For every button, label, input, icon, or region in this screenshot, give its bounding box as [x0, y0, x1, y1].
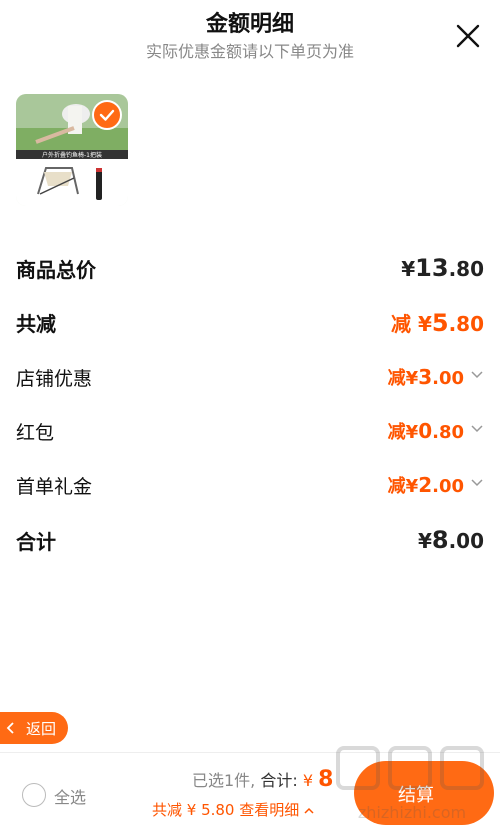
product-caption: 户外折叠钓鱼椅-1把装	[42, 151, 102, 159]
row-store-discount[interactable]: 店铺优惠 减¥3.00	[16, 364, 484, 398]
row-label: 首单礼金	[16, 476, 93, 498]
modal-header: 金额明细 实际优惠金额请以下单页为准	[0, 0, 500, 70]
watermark-logo: zhizhizhi.com	[336, 746, 484, 822]
row-red-packet[interactable]: 红包 减¥0.80	[16, 418, 484, 452]
view-details-link[interactable]: 共减 ¥ 5.80 查看明细	[152, 799, 314, 820]
back-button[interactable]: 返回	[0, 712, 68, 744]
row-amount: ¥8.00	[417, 526, 484, 554]
row-item-total: 商品总价 ¥13.80	[16, 254, 484, 288]
savings-text: 共减 ¥ 5.80 查看明细	[152, 801, 300, 819]
row-total-discount: 共减 减 ¥5.80	[16, 308, 484, 342]
chevron-down-icon[interactable]	[470, 478, 484, 488]
checkmark-icon	[99, 109, 115, 121]
page-subtitle: 实际优惠金额请以下单页为准	[145, 42, 354, 61]
chevron-down-icon[interactable]	[470, 424, 484, 434]
back-button-label: 返回	[26, 720, 57, 738]
row-label: 店铺优惠	[16, 368, 93, 390]
select-all-radio[interactable]	[22, 783, 46, 807]
order-summary: 已选1件, 合计: ¥ 8	[192, 767, 333, 792]
row-label: 共减	[16, 312, 56, 336]
svg-text:zhizhizhi.com: zhizhizhi.com	[358, 803, 466, 822]
row-amount: ¥13.80	[401, 254, 484, 282]
row-label: 商品总价	[16, 258, 96, 282]
row-amount: 减 ¥5.80	[390, 309, 484, 337]
chevron-down-icon[interactable]	[470, 370, 484, 380]
close-icon[interactable]	[454, 22, 482, 50]
total-currency: ¥	[302, 771, 314, 790]
row-first-order-gift[interactable]: 首单礼金 减¥2.00	[16, 472, 484, 506]
total-label: 合计:	[260, 771, 298, 790]
row-label: 红包	[16, 422, 55, 444]
row-label: 合计	[16, 530, 56, 554]
row-grand-total: 合计 ¥8.00	[16, 526, 484, 560]
page-title: 金额明细	[205, 12, 294, 37]
selected-count: 已选1件,	[192, 771, 256, 790]
product-selected-checkbox[interactable]	[92, 100, 122, 130]
select-all-label[interactable]: 全选	[54, 784, 86, 808]
chevron-up-icon	[304, 807, 314, 814]
chevron-left-icon	[6, 722, 14, 734]
